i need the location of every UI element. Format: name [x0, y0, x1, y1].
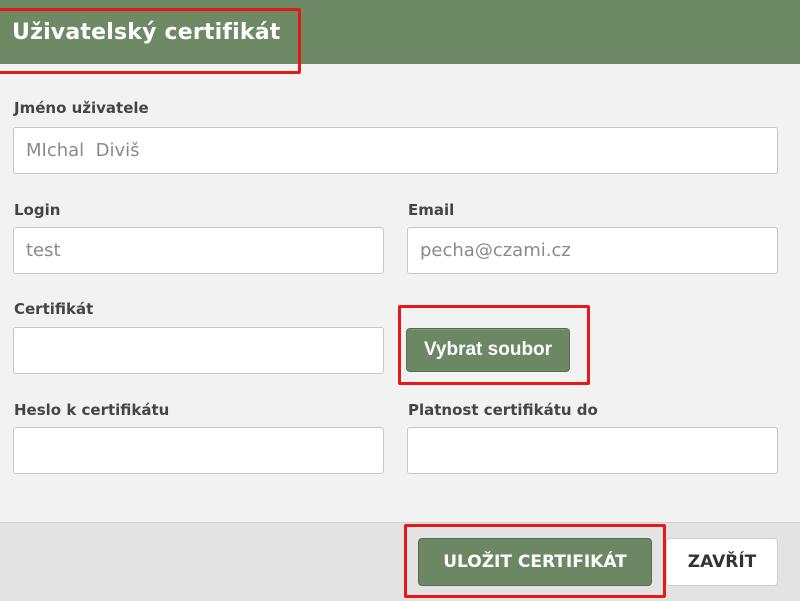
choose-file-button[interactable]: Vybrat soubor — [406, 328, 570, 372]
user-name-label: Jméno uživatele — [14, 99, 149, 117]
login-input[interactable] — [13, 227, 384, 274]
certificate-file-input[interactable] — [13, 327, 384, 374]
certificate-password-input[interactable] — [13, 427, 384, 474]
certificate-valid-until-label: Platnost certifikátu do — [408, 401, 598, 419]
certificate-password-label: Heslo k certifikátu — [14, 401, 170, 419]
user-name-input[interactable] — [13, 127, 778, 174]
email-label: Email — [408, 201, 455, 219]
login-label: Login — [14, 201, 61, 219]
dialog-header: Uživatelský certifikát — [0, 0, 800, 64]
save-certificate-button[interactable]: ULOŽIT CERTIFIKÁT — [418, 538, 652, 586]
email-input[interactable] — [407, 227, 778, 274]
certificate-valid-until-input[interactable] — [407, 427, 778, 474]
close-button[interactable]: ZAVŘÍT — [666, 538, 778, 586]
dialog-title: Uživatelský certifikát — [12, 20, 281, 45]
certificate-label: Certifikát — [14, 300, 94, 318]
